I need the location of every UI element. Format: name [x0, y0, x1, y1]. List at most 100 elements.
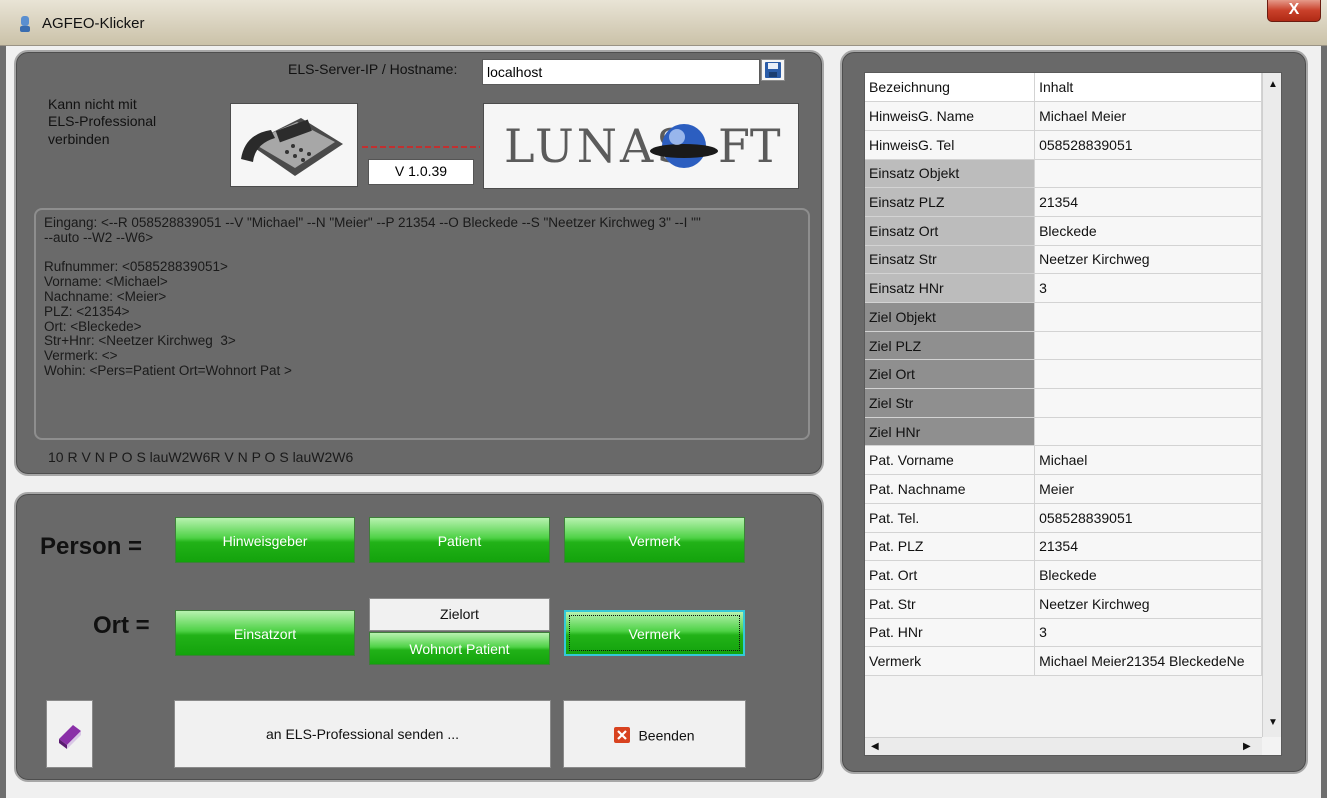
row-value[interactable]: 058528839051 — [1034, 503, 1262, 533]
person-patient-button[interactable]: Patient — [369, 517, 550, 563]
table-row[interactable]: Pat. Str Neetzer Kirchweg — [865, 589, 1262, 619]
input-log: Eingang: <--R 058528839051 --V "Michael"… — [34, 208, 810, 440]
row-value[interactable] — [1034, 331, 1262, 361]
row-key[interactable]: Einsatz Ort — [865, 216, 1036, 246]
close-window-button[interactable]: X — [1267, 0, 1321, 22]
window-title: AGFEO-Klicker — [42, 15, 145, 32]
scroll-up-icon[interactable]: ▲ — [1268, 79, 1278, 90]
person-hinweisgeber-button[interactable]: Hinweisgeber — [175, 517, 355, 563]
log-line: Vorname: <Michael> — [44, 274, 168, 290]
row-key[interactable]: Pat. Str — [865, 589, 1036, 619]
row-value[interactable] — [1034, 159, 1262, 189]
save-button[interactable] — [761, 59, 785, 81]
row-key[interactable]: Einsatz Objekt — [865, 159, 1036, 189]
row-value[interactable] — [1034, 302, 1262, 332]
scroll-down-icon[interactable]: ▼ — [1268, 717, 1278, 728]
table-row[interactable]: Ziel Str — [865, 388, 1262, 418]
row-key[interactable]: HinweisG. Tel — [865, 130, 1036, 160]
lunasoft-logo-icon: LUNAS FT — [504, 119, 781, 173]
connection-line — [362, 146, 480, 148]
row-value[interactable]: Neetzer Kirchweg — [1034, 589, 1262, 619]
horizontal-scrollbar[interactable]: ◀ ▶ — [865, 737, 1262, 755]
table-row[interactable]: Pat. Ort Bleckede — [865, 560, 1262, 590]
row-value[interactable]: Bleckede — [1034, 216, 1262, 246]
table-row[interactable]: Einsatz Ort Bleckede — [865, 216, 1262, 246]
row-key[interactable]: Ziel HNr — [865, 417, 1036, 447]
table-row[interactable]: Ziel Objekt — [865, 302, 1262, 332]
row-value[interactable] — [1034, 388, 1262, 418]
table-row[interactable]: Pat. HNr 3 — [865, 618, 1262, 648]
table-row[interactable]: Einsatz Objekt — [865, 159, 1262, 189]
row-value[interactable]: Neetzer Kirchweg — [1034, 245, 1262, 275]
table-row[interactable]: Einsatz PLZ 21354 — [865, 187, 1262, 217]
row-value[interactable]: 3 — [1034, 618, 1262, 648]
column-header-inhalt[interactable]: Inhalt — [1034, 73, 1262, 103]
svg-text:FT: FT — [718, 119, 781, 173]
scroll-right-icon[interactable]: ▶ — [1243, 741, 1251, 752]
send-to-els-button[interactable]: an ELS-Professional senden ... — [174, 700, 551, 768]
data-table: Bezeichnung Inhalt HinweisG. Name Michael… — [865, 73, 1262, 676]
logo: LUNAS FT — [483, 103, 799, 189]
row-value[interactable]: Michael — [1034, 445, 1262, 476]
table-row[interactable]: HinweisG. Name Michael Meier — [865, 101, 1262, 131]
row-key[interactable]: Pat. Tel. — [865, 503, 1036, 533]
row-key[interactable]: Pat. Nachname — [865, 474, 1036, 504]
row-key[interactable]: Pat. Vorname — [865, 445, 1036, 476]
row-value[interactable]: 058528839051 — [1034, 130, 1262, 160]
row-value[interactable]: Michael Meier21354 BleckedeNe — [1034, 646, 1262, 676]
column-header-bezeichnung[interactable]: Bezeichnung — [865, 73, 1036, 103]
row-value[interactable]: Meier — [1034, 474, 1262, 504]
table-row[interactable]: Pat. Tel. 058528839051 — [865, 503, 1262, 533]
table-row[interactable]: Ziel PLZ — [865, 331, 1262, 361]
row-key[interactable]: Pat. PLZ — [865, 532, 1036, 562]
table-row[interactable]: Einsatz HNr 3 — [865, 273, 1262, 303]
log-line: Vermerk: <> — [44, 348, 118, 364]
log-line: PLZ: <21354> — [44, 303, 130, 319]
row-key[interactable]: Pat. Ort — [865, 560, 1036, 590]
row-key[interactable]: Ziel Ort — [865, 359, 1036, 390]
log-line: Wohin: <Pers=Patient Ort=Wohnort Pat > — [44, 362, 292, 378]
server-label: ELS-Server-IP / Hostname: — [288, 61, 458, 77]
ort-wohnort-patient-button[interactable]: Wohnort Patient — [369, 632, 550, 665]
row-key[interactable]: Ziel PLZ — [865, 331, 1036, 361]
status-line: 10 R V N P O S lauW2W6R V N P O S lauW2W… — [48, 449, 354, 465]
ort-zielort-button[interactable]: Zielort — [369, 598, 550, 631]
server-hostname-input[interactable] — [482, 59, 760, 85]
row-key[interactable]: Ziel Objekt — [865, 302, 1036, 332]
row-key[interactable]: HinweisG. Name — [865, 101, 1036, 131]
row-value[interactable] — [1034, 359, 1262, 390]
vertical-scrollbar[interactable]: ▲ ▼ — [1262, 73, 1281, 737]
table-row[interactable]: HinweisG. Tel 058528839051 — [865, 130, 1262, 160]
row-key[interactable]: Ziel Str — [865, 388, 1036, 418]
row-value[interactable]: 21354 — [1034, 532, 1262, 562]
book-button[interactable] — [46, 700, 93, 768]
table-row[interactable]: Pat. Vorname Michael — [865, 445, 1262, 476]
scroll-left-icon[interactable]: ◀ — [871, 741, 879, 752]
row-value[interactable]: 3 — [1034, 273, 1262, 303]
ort-einsatzort-button[interactable]: Einsatzort — [175, 610, 355, 656]
row-key[interactable]: Einsatz PLZ — [865, 187, 1036, 217]
quit-button[interactable]: Beenden — [563, 700, 746, 768]
row-value[interactable]: Michael Meier — [1034, 101, 1262, 131]
data-grid[interactable]: Bezeichnung Inhalt HinweisG. Name Michael… — [864, 72, 1282, 756]
telephone-icon — [241, 118, 343, 176]
table-row[interactable]: Einsatz Str Neetzer Kirchweg — [865, 245, 1262, 275]
log-line: Ort: <Bleckede> — [44, 318, 142, 334]
row-value[interactable]: 21354 — [1034, 187, 1262, 217]
row-value[interactable]: Bleckede — [1034, 560, 1262, 590]
person-vermerk-button[interactable]: Vermerk — [564, 517, 745, 563]
table-row[interactable]: Vermerk Michael Meier21354 BleckedeNe — [865, 646, 1262, 676]
status-line-3: verbinden — [48, 131, 110, 147]
row-key[interactable]: Einsatz HNr — [865, 273, 1036, 303]
log-line: --auto --W2 --W6> — [44, 229, 154, 245]
row-key[interactable]: Pat. HNr — [865, 618, 1036, 648]
row-key[interactable]: Einsatz Str — [865, 245, 1036, 275]
ort-vermerk-button[interactable]: Vermerk — [564, 610, 745, 656]
table-row[interactable]: Pat. PLZ 21354 — [865, 532, 1262, 562]
close-red-icon — [614, 727, 631, 744]
row-key[interactable]: Vermerk — [865, 646, 1036, 676]
table-row[interactable]: Ziel HNr — [865, 417, 1262, 447]
table-row[interactable]: Pat. Nachname Meier — [865, 474, 1262, 504]
table-row[interactable]: Ziel Ort — [865, 359, 1262, 390]
row-value[interactable] — [1034, 417, 1262, 447]
